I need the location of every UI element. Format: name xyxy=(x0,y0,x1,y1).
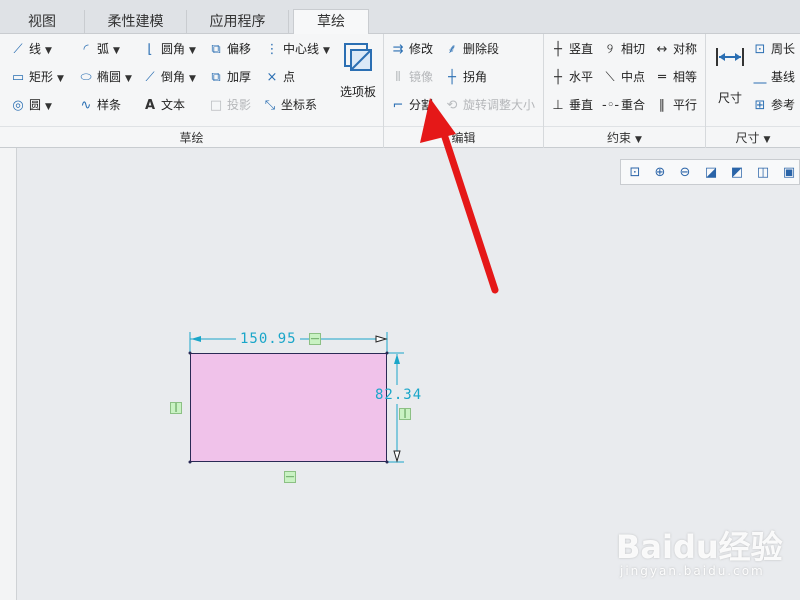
vertical-constraint-icon[interactable]: | xyxy=(399,408,411,420)
watermark-url: jingyan.baidu.com xyxy=(620,564,765,578)
width-dimension[interactable]: 150.95 xyxy=(240,331,297,347)
annotation-arrow-head xyxy=(420,98,456,143)
annotation-arrow-shaft xyxy=(438,124,499,294)
vertical-constraint-icon[interactable]: | xyxy=(170,402,182,414)
horizontal-constraint-icon[interactable]: — xyxy=(284,471,296,483)
dimension-overlay xyxy=(188,98,499,464)
baidu-watermark: Baidu经验 jingyan.baidu.com xyxy=(612,512,800,592)
height-dimension[interactable]: 82.34 xyxy=(375,387,422,403)
horizontal-constraint-icon[interactable]: — xyxy=(309,333,321,345)
watermark-brand: Baidu经验 xyxy=(616,528,783,566)
